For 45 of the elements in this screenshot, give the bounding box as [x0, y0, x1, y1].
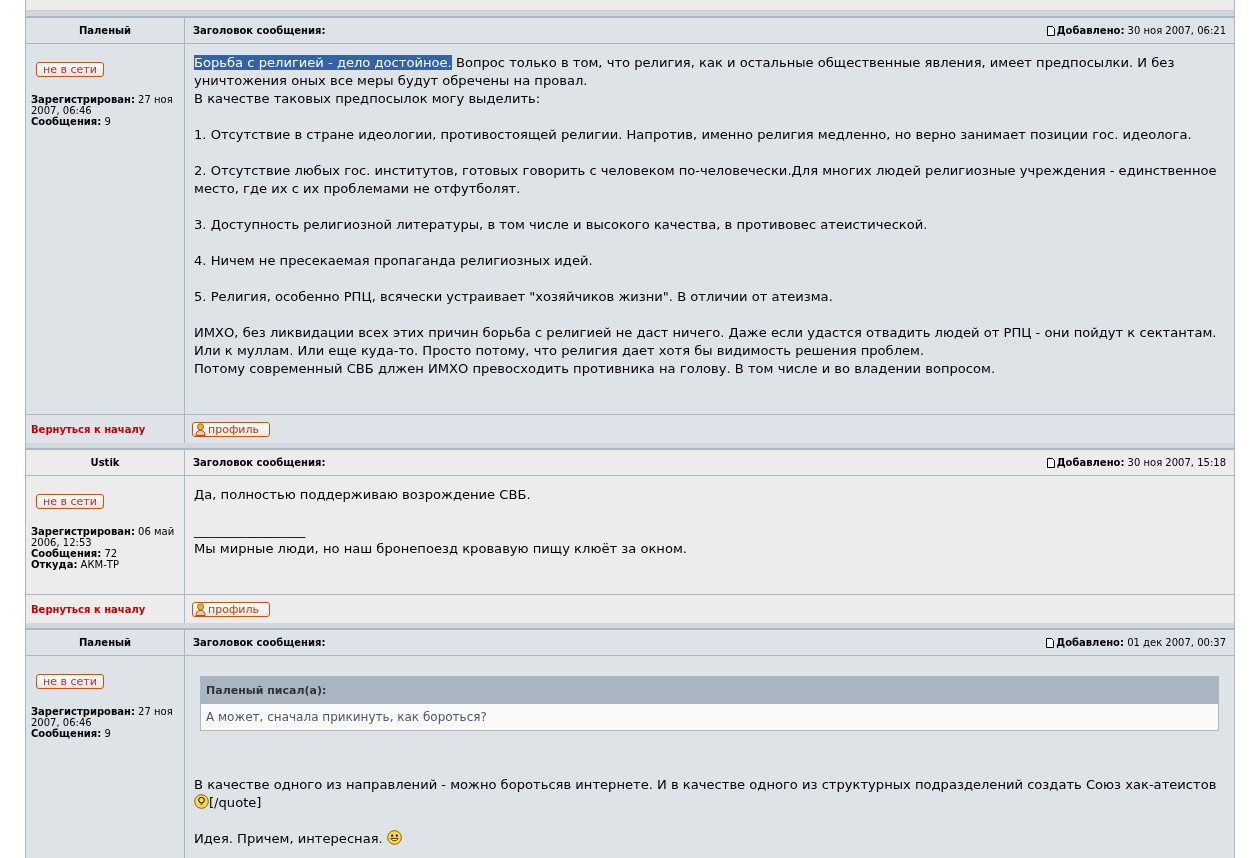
post-date: Добавлено: 01 дек 2007, 00:37 [1056, 637, 1226, 648]
document-icon [1046, 25, 1055, 36]
light-bulb-icon [194, 794, 209, 809]
post-text: ИМХО, без ликвидации всех этих причин борьба с религией не даст ничего. Даже если удастся отвадить людей от РПЦ - они пойдут к сектантам. Или к муллам. Или еще куда-то. Просто потому, что религия дает хотя бы видимость решения проблем. [194, 324, 1218, 360]
post-text: Да, полностью поддерживаю возрождение СВБ. [194, 486, 532, 504]
smiley-icon [386, 830, 402, 845]
profile-button[interactable]: профиль [192, 421, 270, 437]
document-icon [1046, 457, 1055, 468]
author-name: Ustik [90, 457, 120, 468]
post-date: Добавлено: 30 ноя 2007, 15:18 [1056, 457, 1226, 468]
subject-label: Заголовок сообщения: [193, 637, 326, 648]
profile-detail: Сообщения: 72 [31, 548, 119, 559]
post-text: 1. Отсутствие в стране идеологии, противостоящей религии. Напротив, именно религия медленно, но верно занимает позиции гос. идеолога. [194, 126, 1193, 144]
post-date: Добавлено: 30 ноя 2007, 06:21 [1056, 25, 1226, 36]
post-text: Идея. Причем, интересная. [194, 831, 384, 846]
post-text: В качестве таковых предпосылок могу выделить: [194, 90, 542, 108]
post-text: В качестве одного из направлений - можно боротьсяв интернете. И в качестве одного из структурных подразделений создать Союз хак-атеистов [194, 776, 1217, 794]
profile-detail: Сообщения: 9 [31, 728, 112, 739]
quote-text: А может, сначала прикинуть, как бороться? [206, 709, 488, 726]
author-name: Паленый [78, 25, 132, 36]
profile-detail: Зарегистрирован: 06 май 2006, 12:53 [31, 526, 176, 548]
profile-detail: Зарегистрирован: 27 ноя 2007, 06:46 [31, 706, 174, 728]
status-badge: не в сети [36, 62, 104, 77]
post-text: 2. Отсутствие любых гос. институтов, готовых говорить с человеком по-человечески.Для многих людей религиозные учреждения - единственное место, где их с их проблемами не отфутболят. [194, 162, 1218, 198]
status-badge: не в сети [36, 674, 104, 689]
post-text: 3. Доступность религиозной литературы, в том числе и высокого качества, в противовес атеистической. [194, 216, 929, 234]
post-text: Потому современный СВБ длжен ИМХО превосходить противника на голову. В том числе и во владении вопросом. [194, 360, 997, 378]
post-text: 4. Ничем не пресекаемая пропаганда религиозных идей. [194, 252, 594, 270]
profile-detail: Откуда: АКМ-ТР [31, 559, 120, 570]
status-badge: не в сети [36, 494, 104, 509]
subject-label: Заголовок сообщения: [193, 25, 326, 36]
signature-text: Мы мирные люди, но наш бронепоезд кровавую пищу клюёт за окном. [194, 540, 688, 558]
subject-label: Заголовок сообщения: [193, 457, 326, 468]
profile-button[interactable]: профиль [192, 601, 270, 617]
author-name: Паленый [78, 637, 132, 648]
quote-author: Паленый писал(а): [201, 677, 1218, 704]
user-icon [195, 422, 206, 436]
document-icon [1046, 637, 1055, 648]
post-text: Борьба с религией - дело достойное. Вопрос только в том, что религия, как и остальные общественные явления, имеет предпосылки. И без уничтожения оных все меры будут обречены на провал. [194, 54, 1176, 90]
profile-detail: Сообщения: 9 [31, 116, 112, 127]
user-icon [195, 602, 206, 616]
signature-text: _________________ [194, 522, 307, 540]
profile-detail: Зарегистрирован: 27 ноя 2007, 06:46 [31, 94, 174, 116]
post-text: [/quote] [209, 795, 262, 810]
post-text: 5. Религия, особенно РПЦ, всячески устраивает "хозяйчиков жизни". В отличии от атеизма. [194, 288, 834, 306]
